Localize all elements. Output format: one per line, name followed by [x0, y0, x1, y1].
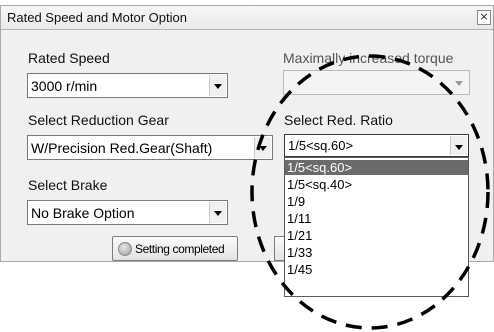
annotation-dashed-circle	[250, 54, 490, 330]
